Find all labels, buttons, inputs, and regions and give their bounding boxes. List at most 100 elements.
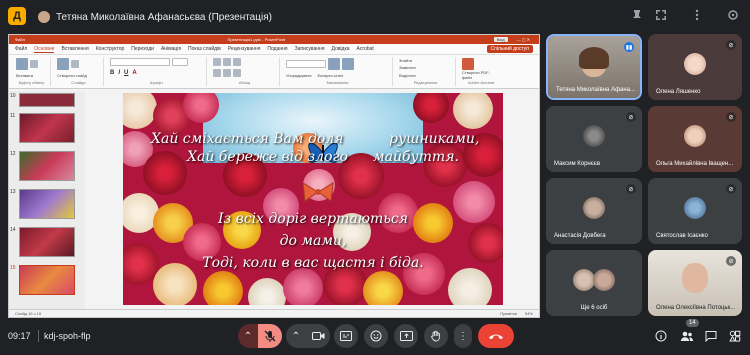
slide-thumb-15[interactable] bbox=[19, 265, 75, 295]
slide-thumb-12[interactable] bbox=[19, 151, 75, 181]
ribbon-group-label: Абзац bbox=[238, 80, 251, 85]
fullscreen-icon[interactable] bbox=[654, 8, 668, 22]
ribbon-group-acrobat: Створити PDF-файл Adobe Acrobat bbox=[459, 57, 503, 86]
participant-tile[interactable]: ▮▮ Тетяна Миколаївна Афана... bbox=[546, 34, 642, 100]
slide-thumb-11[interactable] bbox=[19, 113, 75, 143]
paste-icon[interactable] bbox=[16, 58, 28, 70]
slide-text-line-5: Із всіх доріг вертаються bbox=[217, 211, 409, 227]
menu-insert[interactable]: Вставлення bbox=[61, 46, 88, 52]
participant-tile[interactable]: ⊘ Ольга Михайлівна Іващен... bbox=[648, 106, 742, 172]
pin-icon[interactable] bbox=[630, 8, 644, 22]
quick-styles-icon[interactable] bbox=[342, 58, 354, 70]
slide-text-line-4: майбуття. bbox=[373, 149, 459, 165]
notes-button[interactable]: Примітки bbox=[500, 311, 517, 316]
numbering-icon[interactable] bbox=[223, 58, 231, 66]
participant-avatar bbox=[684, 196, 706, 219]
menu-view[interactable]: Подання bbox=[267, 46, 287, 52]
more-options-icon[interactable] bbox=[690, 8, 704, 22]
font-size-select[interactable] bbox=[172, 58, 188, 66]
rose-decoration bbox=[448, 268, 492, 305]
menu-animations[interactable]: Анімація bbox=[161, 46, 181, 52]
slide-thumb-13[interactable] bbox=[19, 189, 75, 219]
indent-icon[interactable] bbox=[233, 58, 241, 66]
menu-help[interactable]: Довідка bbox=[332, 46, 350, 52]
ribbon-group-clipboard: Вставити Буфер обміну bbox=[13, 57, 51, 86]
replace-button[interactable]: Замінити bbox=[399, 65, 452, 70]
more-vert-icon: ⋮ bbox=[458, 330, 468, 342]
new-slide-icon[interactable] bbox=[57, 58, 69, 70]
arrange-icon[interactable] bbox=[328, 58, 340, 70]
mic-muted-icon: ⊘ bbox=[626, 112, 636, 122]
participant-tile[interactable]: ⊘ Святослав Ісаєнко bbox=[648, 178, 742, 244]
participant-name: Анастасія Довбега bbox=[554, 233, 606, 239]
menu-acrobat[interactable]: Acrobat bbox=[357, 46, 374, 52]
rose-decoration bbox=[143, 151, 187, 195]
emoji-icon bbox=[370, 330, 382, 342]
font-family-select[interactable] bbox=[110, 58, 170, 66]
raise-hand-button[interactable] bbox=[424, 324, 448, 348]
menu-record[interactable]: Записування bbox=[295, 46, 325, 52]
slide-counter: Слайд 15 з 15 bbox=[15, 311, 42, 316]
font-color-icon[interactable]: A bbox=[132, 70, 136, 76]
captions-icon bbox=[340, 331, 352, 341]
cut-icon[interactable] bbox=[30, 60, 38, 68]
mic-off-icon bbox=[264, 330, 276, 342]
participant-tile[interactable]: ⊘ Олена Олексіївна Потоцьк... bbox=[648, 250, 742, 316]
layout-icon[interactable] bbox=[71, 60, 79, 68]
menu-transitions[interactable]: Переходи bbox=[131, 46, 154, 52]
ppt-title-left: Файл bbox=[15, 37, 25, 42]
ppt-window-controls[interactable]: — ▢ ✕ bbox=[514, 37, 533, 42]
align-right-icon[interactable] bbox=[233, 69, 241, 77]
camera-toggle-button[interactable] bbox=[306, 324, 330, 348]
zoom-level[interactable]: 54% bbox=[525, 311, 533, 316]
share-button[interactable]: Спільний доступ bbox=[486, 45, 533, 53]
ppt-signin-button[interactable]: Вхід bbox=[493, 37, 508, 42]
slide-thumb-14[interactable] bbox=[19, 227, 75, 257]
participant-tile[interactable]: ⊘ Олена Ляшенко bbox=[648, 34, 742, 100]
people-button[interactable] bbox=[678, 327, 696, 345]
slide-thumb-10[interactable] bbox=[19, 93, 75, 107]
find-button[interactable]: Знайти bbox=[399, 58, 452, 63]
meeting-info-button[interactable] bbox=[652, 327, 670, 345]
ribbon-group-label: Малювання bbox=[326, 80, 349, 85]
new-slide-label: Створити слайд bbox=[57, 72, 87, 78]
participant-tile[interactable]: ⊘ Анастасія Довбега bbox=[546, 178, 642, 244]
ppt-title: Презентація1.pptx - PowerPoint bbox=[227, 37, 286, 42]
mic-options-button[interactable]: ⌃ bbox=[238, 324, 258, 348]
more-options-button[interactable]: ⋮ bbox=[454, 324, 472, 348]
activities-button[interactable] bbox=[726, 327, 744, 345]
paste-label: Вставити bbox=[16, 72, 34, 78]
create-pdf-icon[interactable] bbox=[462, 58, 474, 70]
rose-decoration bbox=[363, 271, 403, 305]
select-button[interactable]: Виділити bbox=[399, 73, 452, 78]
captions-button[interactable] bbox=[334, 324, 358, 348]
slide-text-line-3: рушниками, bbox=[389, 131, 480, 147]
bottom-control-bar: 09:17 kdj-spoh-flp ⌃ ⌃ ⋮ 14 bbox=[0, 318, 750, 355]
current-slide[interactable]: Хай сміхається Вам доля рушниками, Хай б… bbox=[123, 93, 503, 305]
ribbon-group-editing: Знайти Замінити Виділити Редагування bbox=[396, 57, 456, 86]
menu-file[interactable]: Файл bbox=[15, 46, 27, 52]
bold-icon[interactable]: B bbox=[110, 70, 114, 76]
shapes-gallery[interactable] bbox=[286, 60, 326, 68]
bullets-icon[interactable] bbox=[213, 58, 221, 66]
shared-screen: Файл Презентація1.pptx - PowerPoint Вхід… bbox=[8, 34, 540, 318]
menu-slideshow[interactable]: Показ слайдів bbox=[188, 46, 221, 52]
camera-options-button[interactable]: ⌃ bbox=[286, 324, 306, 348]
align-center-icon[interactable] bbox=[223, 69, 231, 77]
chat-button[interactable] bbox=[702, 327, 720, 345]
mic-toggle-button[interactable] bbox=[258, 324, 282, 348]
more-participants-tile[interactable]: Ще 6 осіб bbox=[546, 250, 642, 316]
leave-call-button[interactable] bbox=[478, 324, 514, 348]
menu-design[interactable]: Конструктор bbox=[96, 46, 125, 52]
thumb-number: 11 bbox=[10, 113, 16, 119]
reactions-button[interactable] bbox=[364, 324, 388, 348]
menu-review[interactable]: Рецензування bbox=[228, 46, 261, 52]
settings-icon[interactable] bbox=[726, 8, 740, 22]
create-pdf-label: Створити PDF-файл bbox=[462, 70, 490, 80]
underline-icon[interactable]: U bbox=[124, 70, 128, 76]
align-left-icon[interactable] bbox=[213, 69, 221, 77]
italic-icon[interactable]: I bbox=[118, 70, 120, 76]
participant-tile[interactable]: ⊘ Максим Корнєєв bbox=[546, 106, 642, 172]
menu-home[interactable]: Основне bbox=[34, 46, 55, 53]
present-screen-button[interactable] bbox=[394, 324, 418, 348]
